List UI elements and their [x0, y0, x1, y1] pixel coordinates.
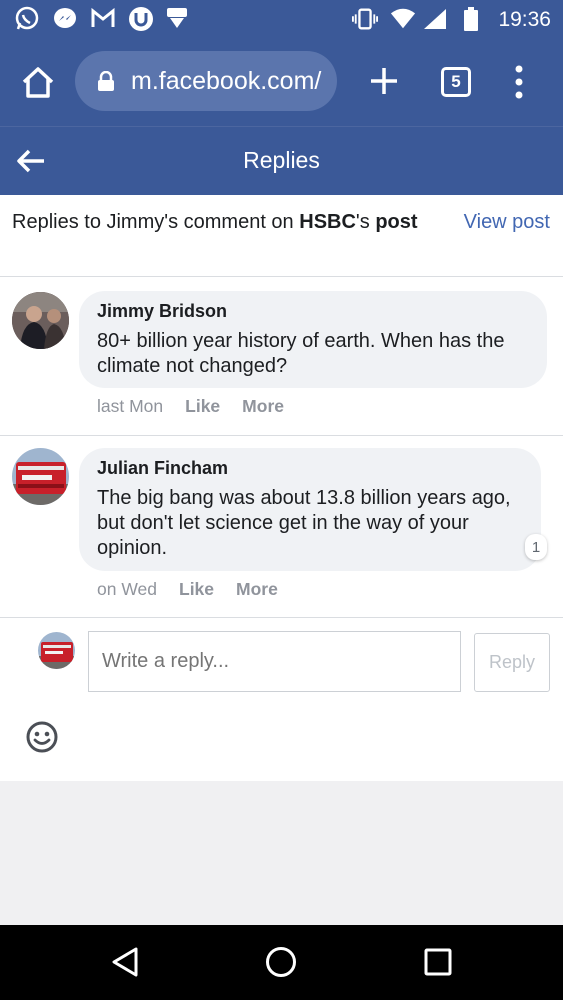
lock-icon — [97, 70, 115, 91]
like-button[interactable]: Like — [179, 579, 214, 599]
wifi-icon — [390, 6, 416, 32]
home-icon[interactable] — [20, 64, 56, 100]
more-button[interactable]: More — [242, 396, 284, 416]
browser-toolbar: m.facebook.com/ 5 — [0, 40, 563, 126]
avatar[interactable] — [12, 448, 69, 505]
comment-actions: last Mon Like More — [97, 396, 284, 417]
view-post-link[interactable]: View post — [464, 208, 550, 236]
comment-actions: on Wed Like More — [97, 579, 278, 600]
vibrate-icon — [352, 6, 378, 32]
page-title: Replies — [243, 147, 320, 173]
avatar[interactable] — [12, 292, 69, 349]
more-button[interactable]: More — [236, 579, 278, 599]
reply-button[interactable]: Reply — [474, 633, 550, 692]
page-name-link[interactable]: HSBC — [299, 211, 356, 233]
signal-icon — [422, 6, 448, 32]
reaction-count[interactable]: 1 — [525, 534, 547, 560]
emoji-icon[interactable] — [25, 720, 59, 754]
comment-author[interactable]: Julian Fincham — [97, 458, 523, 478]
comment-timestamp[interactable]: last Mon — [97, 396, 163, 416]
post-link[interactable]: post — [375, 211, 417, 233]
u-app-icon — [128, 6, 154, 32]
comment-timestamp[interactable]: on Wed — [97, 579, 157, 599]
address-bar[interactable]: m.facebook.com/ — [75, 51, 337, 111]
clock: 19:36 — [498, 8, 551, 31]
comment-bubble: Julian Fincham The big bang was about 13… — [79, 448, 541, 571]
whatsapp-icon — [14, 6, 40, 32]
divider — [0, 276, 563, 277]
comment-bubble: Jimmy Bridson 80+ billion year history o… — [79, 291, 547, 388]
comment-author[interactable]: Jimmy Bridson — [97, 301, 529, 321]
context-prefix: Replies to Jimmy's comment on — [12, 211, 300, 233]
reply-input[interactable] — [88, 631, 461, 692]
system-nav-bar — [0, 925, 563, 1000]
recents-icon[interactable] — [421, 945, 455, 979]
divider — [0, 617, 563, 618]
overflow-menu-icon[interactable] — [509, 64, 529, 100]
replies-content: Replies to Jimmy's comment on HSBC's pos… — [0, 195, 563, 781]
url-text: m.facebook.com/ — [131, 67, 322, 95]
status-bar: 19:36 — [0, 0, 563, 40]
page-header: Replies — [0, 126, 563, 195]
download-icon — [164, 6, 190, 32]
replies-context: Replies to Jimmy's comment on HSBC's pos… — [12, 208, 432, 236]
back-icon[interactable] — [108, 945, 142, 979]
messenger-icon — [52, 6, 78, 32]
context-possessive: 's — [355, 211, 370, 233]
home-circle-icon[interactable] — [264, 945, 298, 979]
gmail-icon — [90, 6, 116, 32]
tab-switcher-button[interactable]: 5 — [441, 67, 471, 97]
battery-icon — [458, 6, 484, 32]
like-button[interactable]: Like — [185, 396, 220, 416]
new-tab-icon[interactable] — [369, 66, 399, 96]
comment-text: 80+ billion year history of earth. When … — [97, 330, 505, 377]
divider — [0, 435, 563, 436]
user-avatar — [38, 632, 75, 669]
comment-text: The big bang was about 13.8 billion year… — [97, 487, 511, 559]
